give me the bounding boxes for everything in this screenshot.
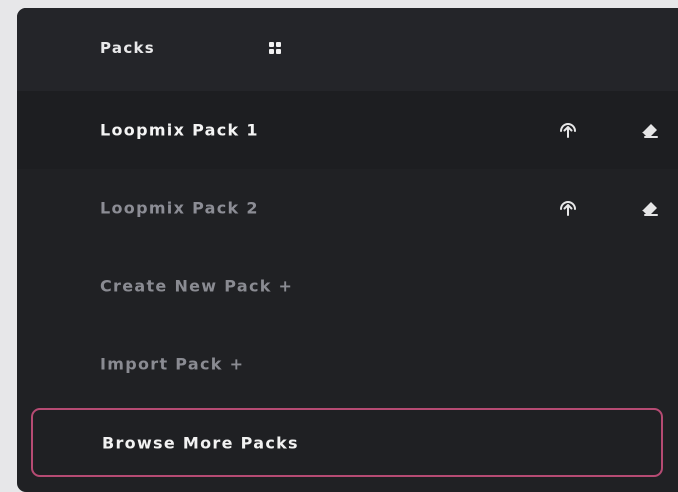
pack-label: Loopmix Pack 1 [100,120,259,140]
grid-icon-cell [269,42,274,47]
browse-more-packs-label: Browse More Packs [102,433,299,452]
delete-button[interactable] [635,116,663,144]
import-pack-row[interactable]: Import Pack + [17,325,678,403]
import-pack-button[interactable]: Import Pack + [100,355,244,374]
create-pack-row[interactable]: Create New Pack + [17,247,678,325]
packs-title: Packs [100,39,156,57]
upload-icon [560,201,576,216]
pack-label: Loopmix Pack 2 [100,198,259,218]
eraser-icon [641,123,658,138]
pack-row-2[interactable]: Loopmix Pack 2 [17,169,678,247]
upload-icon [560,123,576,138]
create-new-pack-button[interactable]: Create New Pack + [100,277,293,296]
grid-icon-cell [269,49,274,54]
delete-button[interactable] [635,194,663,222]
pack-row-1[interactable]: Loopmix Pack 1 [17,91,678,169]
grid-icon-cell [276,49,281,54]
grid-icon[interactable] [269,42,281,54]
packs-panel: Packs Loopmix Pack 1 Loopmix Pack 2 Crea… [17,8,678,492]
eraser-icon [641,201,658,216]
packs-header: Packs [17,8,678,91]
browse-more-packs-button[interactable]: Browse More Packs [31,408,663,477]
upload-button[interactable] [554,116,582,144]
upload-button[interactable] [554,194,582,222]
grid-icon-cell [276,42,281,47]
